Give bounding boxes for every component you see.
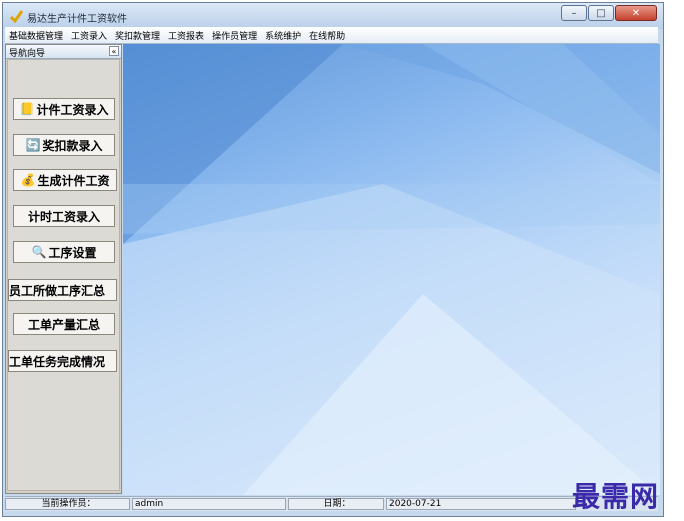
nav-title: 导航向导 <box>9 49 46 59</box>
nav-button-label: 奖扣款录入 <box>42 138 103 153</box>
menu-bar: 基础数据管理 工资录入 奖扣款管理 工资报表 操作员管理 系统维护 在线帮助 <box>5 27 658 44</box>
menu-wage-report[interactable]: 工资报表 <box>164 29 208 42</box>
nav-button-label: 工序设置 <box>48 245 97 260</box>
nav-button-area: 📒 计件工资录入 🔄 奖扣款录入 💰 生成计件工资 计时工资录入 🔍 工序设置 … <box>7 59 120 491</box>
menu-basic-data[interactable]: 基础数据管理 <box>5 29 67 42</box>
operator-label: 当前操作员： <box>5 498 130 510</box>
nav-button-label: 计时工资录入 <box>27 209 100 224</box>
magnifier-icon: 🔍 <box>31 245 47 259</box>
nav-header: 导航向导 « <box>6 45 121 59</box>
menu-system-maintenance[interactable]: 系统维护 <box>261 29 305 42</box>
nav-button-label: 员工所做工序汇总 <box>9 283 106 298</box>
operator-value: admin <box>132 498 286 510</box>
window-controls: – □ ✕ <box>560 5 657 23</box>
generate-piece-wage-button[interactable]: 💰 生成计件工资 <box>13 169 117 191</box>
app-logo-icon <box>9 10 23 23</box>
window-title: 易达生产计件工资软件 <box>27 14 127 25</box>
minimize-button[interactable]: – <box>561 5 587 21</box>
site-watermark: 最需网 <box>572 480 660 513</box>
employee-process-summary-button[interactable]: 员工所做工序汇总 <box>8 279 117 301</box>
maximize-button[interactable]: □ <box>588 5 614 21</box>
title-bar: 易达生产计件工资软件 – □ ✕ <box>3 3 663 29</box>
menu-operator-management[interactable]: 操作员管理 <box>208 29 261 42</box>
hourly-wage-entry-button[interactable]: 计时工资录入 <box>13 205 115 227</box>
main-workspace <box>123 44 660 495</box>
navigation-panel: 导航向导 « 📒 计件工资录入 🔄 奖扣款录入 💰 生成计件工资 计时工资录入 … <box>5 44 122 494</box>
nav-button-label: 工单任务完成情况 <box>9 354 106 369</box>
menu-online-help[interactable]: 在线帮助 <box>305 29 349 42</box>
work-order-completion-button[interactable]: 工单任务完成情况 <box>8 350 117 372</box>
nav-button-label: 工单产量汇总 <box>27 317 100 332</box>
date-value: 2020-07-21 <box>386 498 576 510</box>
collapse-icon[interactable]: « <box>109 46 119 56</box>
refresh-icon: 🔄 <box>25 138 41 152</box>
bonus-deduction-entry-button[interactable]: 🔄 奖扣款录入 <box>13 134 115 156</box>
nav-button-label: 计件工资录入 <box>36 102 109 117</box>
menu-wage-entry[interactable]: 工资录入 <box>67 29 111 42</box>
status-bar: 当前操作员： admin 日期： 2020-07-21 <box>5 496 658 511</box>
close-button[interactable]: ✕ <box>615 5 657 21</box>
date-label: 日期： <box>288 498 384 510</box>
piece-wage-entry-button[interactable]: 📒 计件工资录入 <box>13 98 115 120</box>
process-settings-button[interactable]: 🔍 工序设置 <box>13 241 115 263</box>
nav-button-label: 生成计件工资 <box>37 173 110 188</box>
menu-bonus-deduction[interactable]: 奖扣款管理 <box>111 29 164 42</box>
money-bag-icon: 💰 <box>20 173 36 187</box>
background-pattern <box>123 44 660 495</box>
work-order-output-summary-button[interactable]: 工单产量汇总 <box>13 313 115 335</box>
ledger-icon: 📒 <box>19 102 35 116</box>
